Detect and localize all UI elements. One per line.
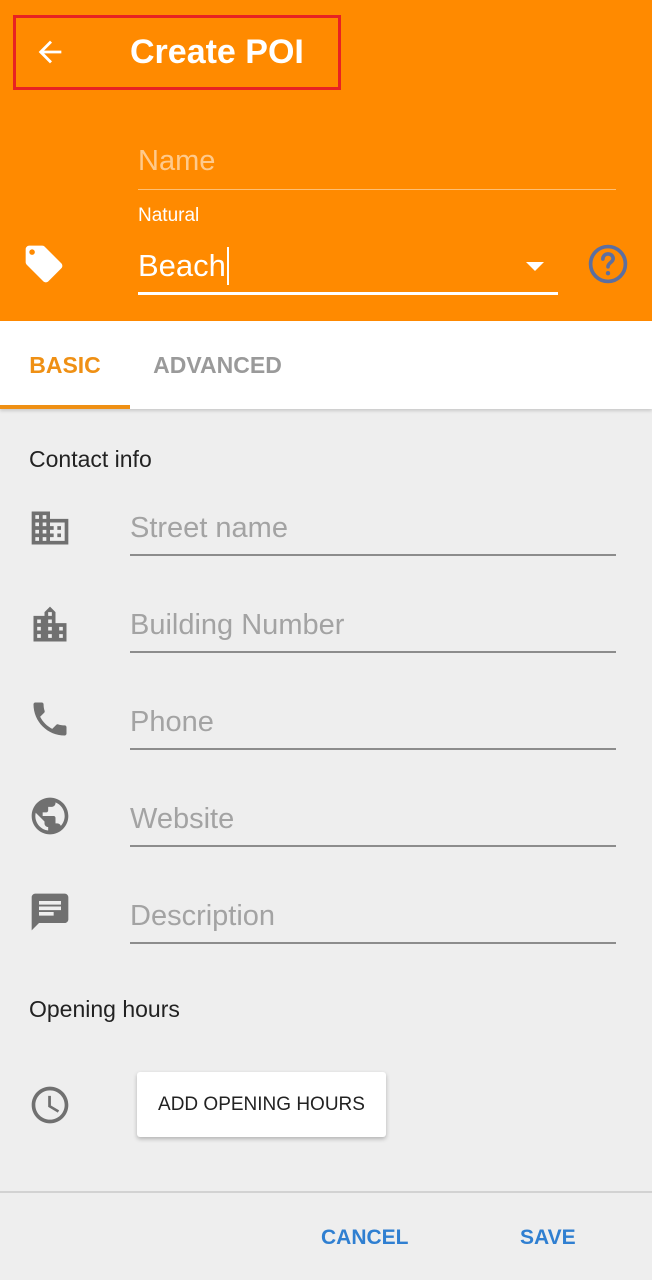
toolbar-header: Create POI Name Natural Beach <box>0 0 652 321</box>
arrow-left-icon <box>38 40 62 64</box>
help-circle-icon[interactable] <box>586 242 630 286</box>
description-field[interactable]: Description <box>130 896 616 944</box>
tag-icon <box>25 245 63 283</box>
building-number-field[interactable]: Building Number <box>130 605 616 653</box>
building-icon <box>33 606 67 642</box>
name-field[interactable]: Name <box>138 138 616 190</box>
tab-advanced[interactable]: ADVANCED <box>140 321 295 409</box>
website-field[interactable]: Website <box>130 799 616 847</box>
category-select[interactable]: Beach <box>138 240 558 295</box>
phone-field[interactable]: Phone <box>130 702 616 750</box>
category-label: Natural <box>138 205 200 226</box>
tab-bar: BASIC ADVANCED <box>0 321 652 409</box>
cancel-button[interactable]: CANCEL <box>321 1214 409 1262</box>
category-value: Beach <box>138 246 229 286</box>
contact-info-heading: Contact info <box>29 446 152 472</box>
text-cursor <box>226 246 229 285</box>
category-value-text: Beach <box>138 248 226 283</box>
clock-icon <box>31 1086 69 1124</box>
phone-icon <box>33 702 67 736</box>
tab-basic[interactable]: BASIC <box>0 321 130 409</box>
dropdown-arrow-icon <box>526 262 544 271</box>
save-button[interactable]: SAVE <box>520 1214 576 1262</box>
globe-icon <box>31 797 69 835</box>
footer-divider <box>0 1191 652 1193</box>
street-name-field[interactable]: Street name <box>130 508 616 556</box>
add-opening-hours-button[interactable]: ADD OPENING HOURS <box>137 1072 386 1137</box>
comment-icon <box>31 893 69 931</box>
page-title: Create POI <box>130 33 304 71</box>
opening-hours-heading: Opening hours <box>29 996 180 1022</box>
back-button[interactable] <box>22 28 78 76</box>
city-icon <box>31 511 69 545</box>
